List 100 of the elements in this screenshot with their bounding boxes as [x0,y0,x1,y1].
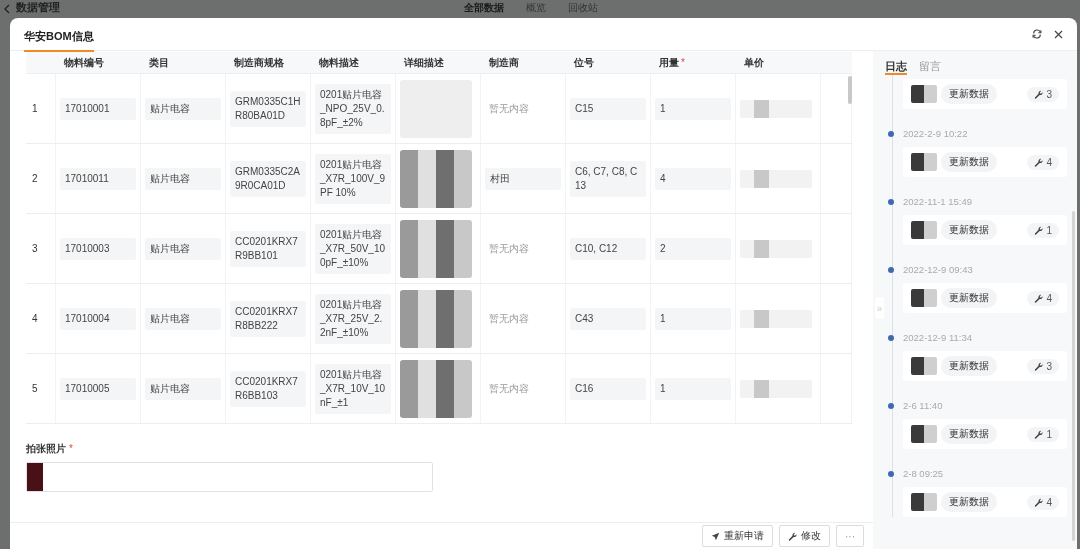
table-cell: GRM0335C1HR80BA01D [230,90,306,127]
placeholder-text: 暂无内容 [488,241,529,256]
wrench-icon [1034,157,1044,167]
avatar-placeholder [911,221,937,239]
timestamp: 2-8 09:25 [903,468,944,479]
wrench-icon [1034,361,1044,371]
table-cell: 0201贴片电容_X7R_100V_9PF 10% [315,153,391,204]
table-cell: 2 [655,237,731,260]
field-label: 拍张照片 [26,443,66,454]
photo-placeholder [400,219,472,278]
page-tab[interactable]: 全部数据 [464,0,504,16]
collapse-handle[interactable]: » [875,297,884,319]
timestamp: 2022-12-9 11:34 [903,332,973,343]
row-number: 5 [32,383,38,394]
table-cell: CC0201KRX7R8BB222 [230,300,306,337]
table-cell: 0201贴片电容_X7R_50V_100pF_±10% [315,223,391,274]
column-header: 物料描述 [318,55,360,70]
timeline-dot [888,267,894,273]
column-header: 制造商 [488,55,520,70]
avatar-placeholder [911,85,937,103]
action-tag: 更新数据 [941,288,997,308]
table-cell: 0201贴片电容_X7R_25V_2.2nF_±10% [315,293,391,344]
count-text: 4 [1046,496,1052,508]
count-text: 4 [1046,292,1052,304]
table-cell: 贴片电容 [145,307,221,330]
photo-placeholder [27,463,43,491]
back-icon[interactable] [4,4,10,14]
action-button[interactable]: 修改 [779,525,830,547]
wrench-icon [1034,225,1044,235]
required-mark: * [69,443,73,454]
column-header: 类目 [148,55,170,70]
avatar-placeholder [911,493,937,511]
column-header: 用量 [659,55,679,70]
wrench-icon [1034,89,1044,99]
wrench-icon [1034,429,1044,439]
table-cell: 17010011 [60,167,136,190]
row-number: 3 [32,243,38,254]
wrench-icon [788,531,797,541]
close-icon[interactable] [1054,29,1063,39]
table-cell: 1 [655,97,731,120]
action-button[interactable]: 重新申请 [702,525,773,547]
timeline-dot [888,471,894,477]
more-button[interactable]: ··· [836,525,864,547]
count-text: 1 [1046,224,1052,236]
row-number: 4 [32,313,38,324]
count-text: 3 [1046,88,1052,100]
avatar-placeholder [911,425,937,443]
table-cell: 1 [655,307,731,330]
redacted-block [740,379,812,398]
avatar-placeholder [911,357,937,375]
timestamp: 2-6 11:40 [903,400,943,411]
count-text: 4 [1046,156,1052,168]
timestamp: 2022-2-9 10:22 [903,128,968,139]
wrench-icon [1034,497,1044,507]
wrench-icon [1034,293,1044,303]
table-cell: 0201贴片电容_X7R_10V_10nF_±1 [315,363,391,414]
table-cell: C43 [570,307,646,330]
table-cell: C10, C12 [570,237,646,260]
required-mark: * [681,57,685,68]
action-tag: 更新数据 [941,152,997,172]
redacted-block [740,309,812,328]
column-header: 制造商规格 [233,55,285,70]
table-cell: C16 [570,377,646,400]
panel-tab[interactable]: 日志 [885,59,907,75]
table-cell: 0201贴片电容_NPO_25V_0.8pF_±2% [315,83,391,134]
action-tag: 更新数据 [941,220,997,240]
table-cell: CC0201KRX7R9BB101 [230,230,306,267]
table-cell: 17010005 [60,377,136,400]
timeline-dot [888,403,894,409]
scrollbar[interactable] [1072,211,1075,541]
scrollbar[interactable] [848,76,852,104]
action-tag: 更新数据 [941,492,997,512]
table-cell: C15 [570,97,646,120]
table-cell: 贴片电容 [145,377,221,400]
panel-tab[interactable]: 留言 [919,59,941,75]
table-cell: 17010003 [60,237,136,260]
column-header: 详细描述 [403,55,445,70]
table-cell: 4 [655,167,731,190]
table-cell: GRM0335C2A9R0CA01D [230,160,306,197]
table-cell: 17010004 [60,307,136,330]
redacted-block [740,99,812,118]
table-cell: C6, C7, C8, C13 [570,160,646,197]
action-tag: 更新数据 [941,424,997,444]
photo-placeholder [400,289,472,348]
column-header: 单价 [743,55,765,70]
upload-field[interactable] [26,462,433,492]
send-icon [711,531,720,541]
column-header: 位号 [573,55,595,70]
table-cell: 17010001 [60,97,136,120]
placeholder-text: 暂无内容 [488,381,529,396]
placeholder-text: 暂无内容 [488,101,529,116]
timeline-dot [888,131,894,137]
table-cell: 贴片电容 [145,237,221,260]
refresh-icon[interactable] [1032,29,1042,39]
column-header: 物料编号 [63,55,105,70]
table-cell: 1 [655,377,731,400]
redacted-block [740,239,812,258]
count-text: 3 [1046,360,1052,372]
table-cell: 贴片电容 [145,167,221,190]
avatar-placeholder [911,153,937,171]
